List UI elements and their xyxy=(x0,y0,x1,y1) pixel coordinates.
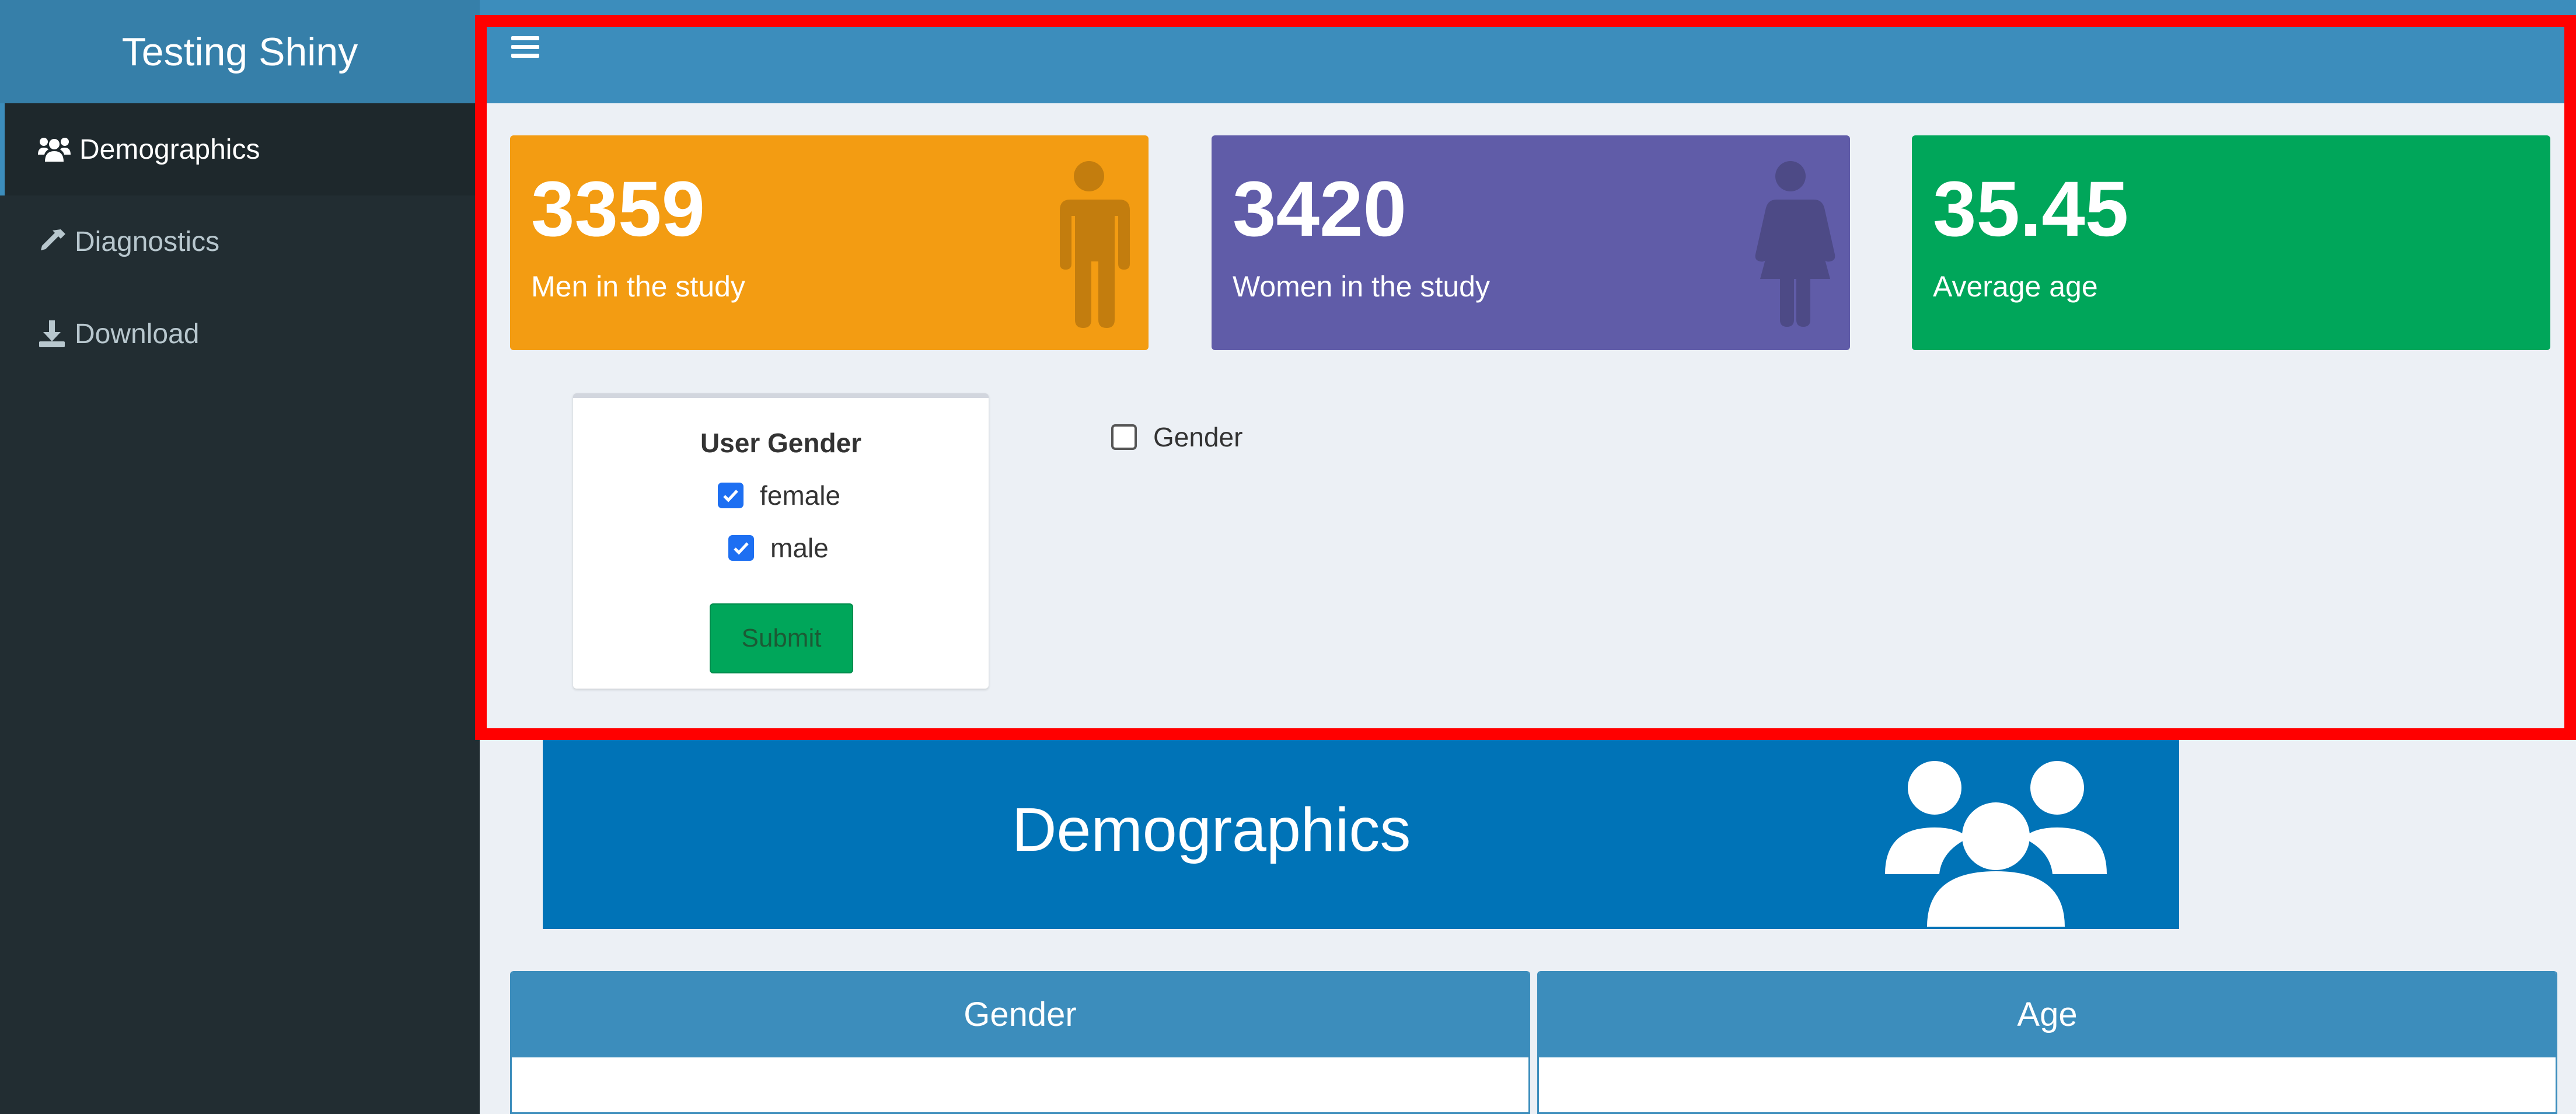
value-box-men: 3359 Men in the study xyxy=(510,135,1149,350)
female-label: female xyxy=(760,480,841,511)
check-icon xyxy=(723,490,738,502)
value-box-average-age: 35.45 Average age xyxy=(1912,135,2550,350)
gender-panel: Gender xyxy=(510,971,1530,1114)
sidebar-item-label: Demographics xyxy=(79,134,260,165)
demographics-banner: Demographics xyxy=(543,740,2179,929)
filter-title: User Gender xyxy=(700,428,862,458)
male-label: male xyxy=(770,533,829,563)
gender-panel-title: Gender xyxy=(512,971,1528,1057)
female-checkbox[interactable] xyxy=(718,483,744,508)
top-header xyxy=(480,0,2576,103)
users-icon xyxy=(38,138,71,162)
eyedropper-icon xyxy=(41,229,65,250)
user-gender-filter: User Gender female male Submit xyxy=(573,393,989,689)
average-age-label: Average age xyxy=(1933,270,2098,303)
men-count: 3359 xyxy=(531,166,706,253)
sidebar-item-label: Diagnostics xyxy=(75,226,220,257)
gender-toggle-row[interactable]: Gender xyxy=(1111,421,1242,453)
gender-toggle-label: Gender xyxy=(1153,422,1243,452)
users-icon xyxy=(1885,761,2107,927)
women-count: 3420 xyxy=(1233,166,1407,253)
submit-button[interactable]: Submit xyxy=(710,603,853,673)
male-icon xyxy=(1059,161,1130,328)
male-checkbox[interactable] xyxy=(728,535,754,561)
average-age-value: 35.45 xyxy=(1933,166,2129,253)
banner-title: Demographics xyxy=(1012,795,1411,864)
sidebar-item-label: Download xyxy=(75,318,200,350)
hamburger-menu-icon[interactable] xyxy=(511,35,539,60)
download-icon xyxy=(39,320,65,347)
check-icon xyxy=(734,542,749,555)
sidebar-item-diagnostics[interactable]: Diagnostics xyxy=(0,195,480,288)
app-title: Testing Shiny xyxy=(0,0,480,103)
male-checkbox-row[interactable]: male xyxy=(728,532,829,564)
sidebar: Testing Shiny Demographics Diagnostics D… xyxy=(0,0,480,1114)
women-label: Women in the study xyxy=(1233,270,1490,303)
age-panel-title: Age xyxy=(1539,971,2556,1057)
sidebar-item-demographics[interactable]: Demographics xyxy=(0,103,480,195)
men-label: Men in the study xyxy=(531,270,745,303)
value-box-women: 3420 Women in the study xyxy=(1212,135,1850,350)
app-root: Testing Shiny Demographics Diagnostics D… xyxy=(0,0,2576,1114)
sidebar-item-download[interactable]: Download xyxy=(0,288,480,380)
gender-checkbox[interactable] xyxy=(1111,424,1137,450)
female-checkbox-row[interactable]: female xyxy=(718,480,840,511)
female-icon xyxy=(1755,161,1835,327)
age-panel: Age xyxy=(1537,971,2557,1114)
